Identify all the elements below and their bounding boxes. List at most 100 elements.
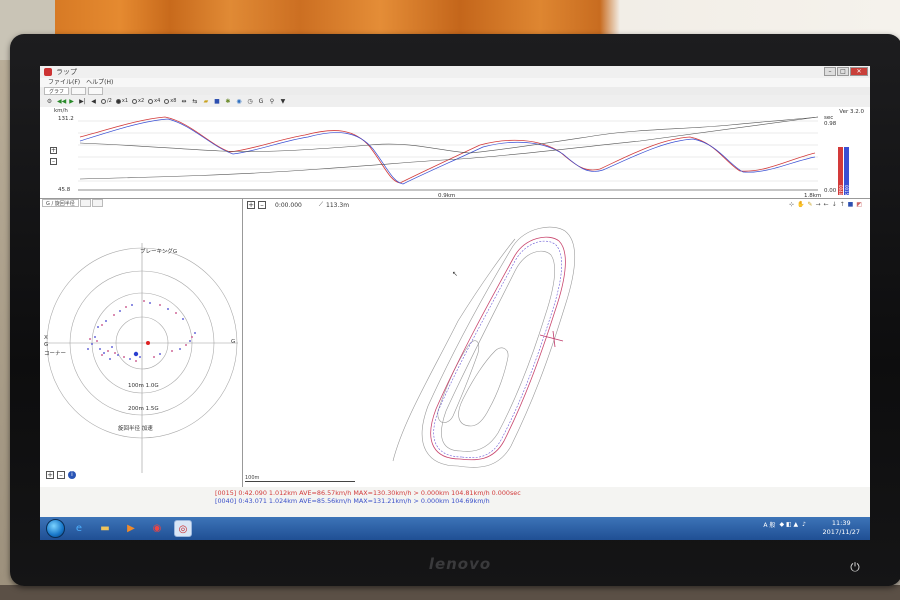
arrow-left-icon[interactable]: ← bbox=[824, 201, 829, 208]
close-button[interactable]: ✕ bbox=[850, 67, 868, 76]
tools-icon[interactable]: ✱ bbox=[224, 98, 231, 105]
g-point bbox=[182, 318, 184, 320]
clock[interactable]: 11:39 2017/11/27 bbox=[823, 519, 860, 537]
map-zoom-in-button[interactable]: + bbox=[247, 201, 255, 209]
map-tools: ⊹ ✋ ✎ → ← ↓ ↑ ■ ◩ bbox=[789, 201, 862, 208]
speed-radio-x1[interactable]: x1 bbox=[115, 98, 128, 104]
g-point bbox=[149, 302, 151, 304]
ime-indicator[interactable]: A 般 bbox=[763, 520, 775, 529]
legend-bar-lap-0040[interactable]: 0040 bbox=[838, 147, 843, 195]
eraser-icon[interactable]: ◩ bbox=[856, 201, 862, 208]
app-icon bbox=[44, 68, 52, 76]
media-player-icon[interactable]: ▶ bbox=[122, 520, 140, 537]
tab-2[interactable] bbox=[71, 87, 86, 95]
tab-graph[interactable]: グラフ bbox=[44, 87, 70, 95]
play-icon[interactable]: ▶ bbox=[68, 98, 75, 105]
g-point bbox=[194, 332, 196, 334]
g-point bbox=[96, 340, 98, 342]
g-point bbox=[97, 326, 99, 328]
graph-gridlines bbox=[78, 120, 818, 182]
tab-g-3[interactable] bbox=[91, 199, 104, 207]
ie-icon[interactable]: e bbox=[70, 520, 88, 537]
info-icon[interactable]: i bbox=[68, 471, 76, 479]
tab-g-radius[interactable]: G / 旋回半径 bbox=[42, 199, 79, 207]
split-icon[interactable]: ⇹ bbox=[180, 98, 187, 105]
map-distance: 113.3m bbox=[326, 201, 350, 209]
lap-status-area: [0015] 0:42.090 1.012km AVE=86.57km/h MA… bbox=[40, 487, 870, 517]
arrow-up-icon[interactable]: ↑ bbox=[840, 201, 845, 208]
g-points-lap-0015 bbox=[87, 302, 196, 360]
lap-line-0015[interactable]: [0015] 0:42.090 1.012km AVE=86.57km/h MA… bbox=[215, 489, 521, 497]
tab-3[interactable] bbox=[87, 87, 103, 95]
globe-icon[interactable]: ◉ bbox=[235, 98, 242, 105]
g-point bbox=[167, 308, 169, 310]
menu-bar: ファイル(F) ヘルプ(H) bbox=[40, 78, 870, 87]
legend-bar-lap-0015[interactable]: 0015 bbox=[844, 147, 849, 195]
arrow-down-icon[interactable]: ↓ bbox=[832, 201, 837, 208]
g-point bbox=[99, 348, 101, 350]
menu-help[interactable]: ヘルプ(H) bbox=[86, 78, 113, 87]
step-back-icon[interactable]: ◀ bbox=[90, 98, 97, 105]
lap-app-taskbar-icon[interactable]: ◎ bbox=[174, 520, 192, 537]
speed-radio-x8[interactable]: x8 bbox=[164, 98, 176, 104]
clock-icon[interactable]: ◷ bbox=[246, 98, 253, 105]
g-point bbox=[175, 312, 177, 314]
highlight-icon[interactable]: ✎ bbox=[808, 201, 813, 208]
g-point bbox=[189, 340, 191, 342]
g-point bbox=[111, 346, 113, 348]
open-folder-icon[interactable]: ▰ bbox=[202, 98, 209, 105]
g-point bbox=[191, 336, 193, 338]
g-current-point-red bbox=[146, 341, 150, 345]
g-circle-tabs: G / 旋回半径 bbox=[40, 199, 104, 207]
map-header: + – 0:00.000 ⟋ 113.3m bbox=[247, 201, 349, 209]
rewind-icon[interactable]: ◀◀ bbox=[57, 98, 66, 105]
map-scale-bar: 100m bbox=[245, 475, 355, 482]
volume-icon[interactable]: ♪ bbox=[802, 521, 806, 528]
step-forward-icon[interactable]: ▶| bbox=[79, 98, 86, 105]
hand-icon[interactable]: ✋ bbox=[797, 201, 804, 208]
screen: ラップ – □ ✕ ファイル(F) ヘルプ(H) グラフ ⚙ ◀◀ ▶ ▶| ◀… bbox=[40, 66, 870, 540]
explorer-icon[interactable]: ▬ bbox=[96, 520, 114, 537]
g-label-top: ブレーキングG bbox=[140, 249, 178, 255]
arrow-right-icon[interactable]: → bbox=[816, 201, 821, 208]
tab-g-2[interactable] bbox=[79, 199, 91, 207]
g-zoom-in-button[interactable]: + bbox=[46, 471, 54, 479]
clock-date: 2017/11/27 bbox=[822, 528, 860, 536]
settings-icon[interactable]: ⚙ bbox=[46, 98, 53, 105]
g-zoom-out-button[interactable]: – bbox=[57, 471, 65, 479]
pin-icon[interactable]: ⚲ bbox=[268, 98, 275, 105]
dropdown-icon[interactable]: ▼ bbox=[279, 98, 286, 105]
ruler-icon[interactable]: ⟋ bbox=[319, 201, 323, 209]
g-icon[interactable]: G bbox=[257, 98, 264, 105]
start-button[interactable] bbox=[46, 519, 65, 538]
maximize-button[interactable]: □ bbox=[837, 67, 849, 76]
map-zoom-out-button[interactable]: – bbox=[258, 201, 266, 209]
menu-file[interactable]: ファイル(F) bbox=[48, 78, 80, 87]
power-icon[interactable]: ⏻ bbox=[848, 560, 862, 574]
baseline-trace bbox=[79, 116, 819, 180]
minimize-button[interactable]: – bbox=[824, 67, 836, 76]
desk bbox=[0, 585, 900, 600]
track-map[interactable] bbox=[243, 211, 870, 481]
track-outer-edge bbox=[421, 226, 576, 468]
save-map-icon[interactable]: ■ bbox=[848, 201, 854, 208]
g-point bbox=[135, 360, 137, 362]
g-point bbox=[143, 300, 145, 302]
speed-radio-x4[interactable]: x4 bbox=[148, 98, 160, 104]
tray-icons[interactable]: ◆ ◧ ▲ bbox=[779, 521, 798, 528]
speed-radio-half[interactable]: /2 bbox=[101, 98, 112, 104]
lap-line-0040[interactable]: [0040] 0:43.071 1.024km AVE=85.56km/h MA… bbox=[215, 497, 490, 505]
g-point bbox=[159, 353, 161, 355]
merge-icon[interactable]: ⇆ bbox=[191, 98, 198, 105]
chrome-icon[interactable]: ◉ bbox=[148, 520, 166, 537]
speed-graph[interactable] bbox=[40, 107, 870, 199]
g-circle-controls: + – i bbox=[46, 471, 76, 479]
g-point bbox=[109, 358, 111, 360]
crosshair-icon[interactable]: ⊹ bbox=[789, 201, 794, 208]
speed-radio-x2[interactable]: x2 bbox=[132, 98, 144, 104]
g-point bbox=[114, 352, 116, 354]
time-diff-trace bbox=[79, 116, 819, 154]
track-edges bbox=[392, 226, 576, 468]
save-icon[interactable]: ■ bbox=[213, 98, 220, 105]
g-point bbox=[131, 304, 133, 306]
